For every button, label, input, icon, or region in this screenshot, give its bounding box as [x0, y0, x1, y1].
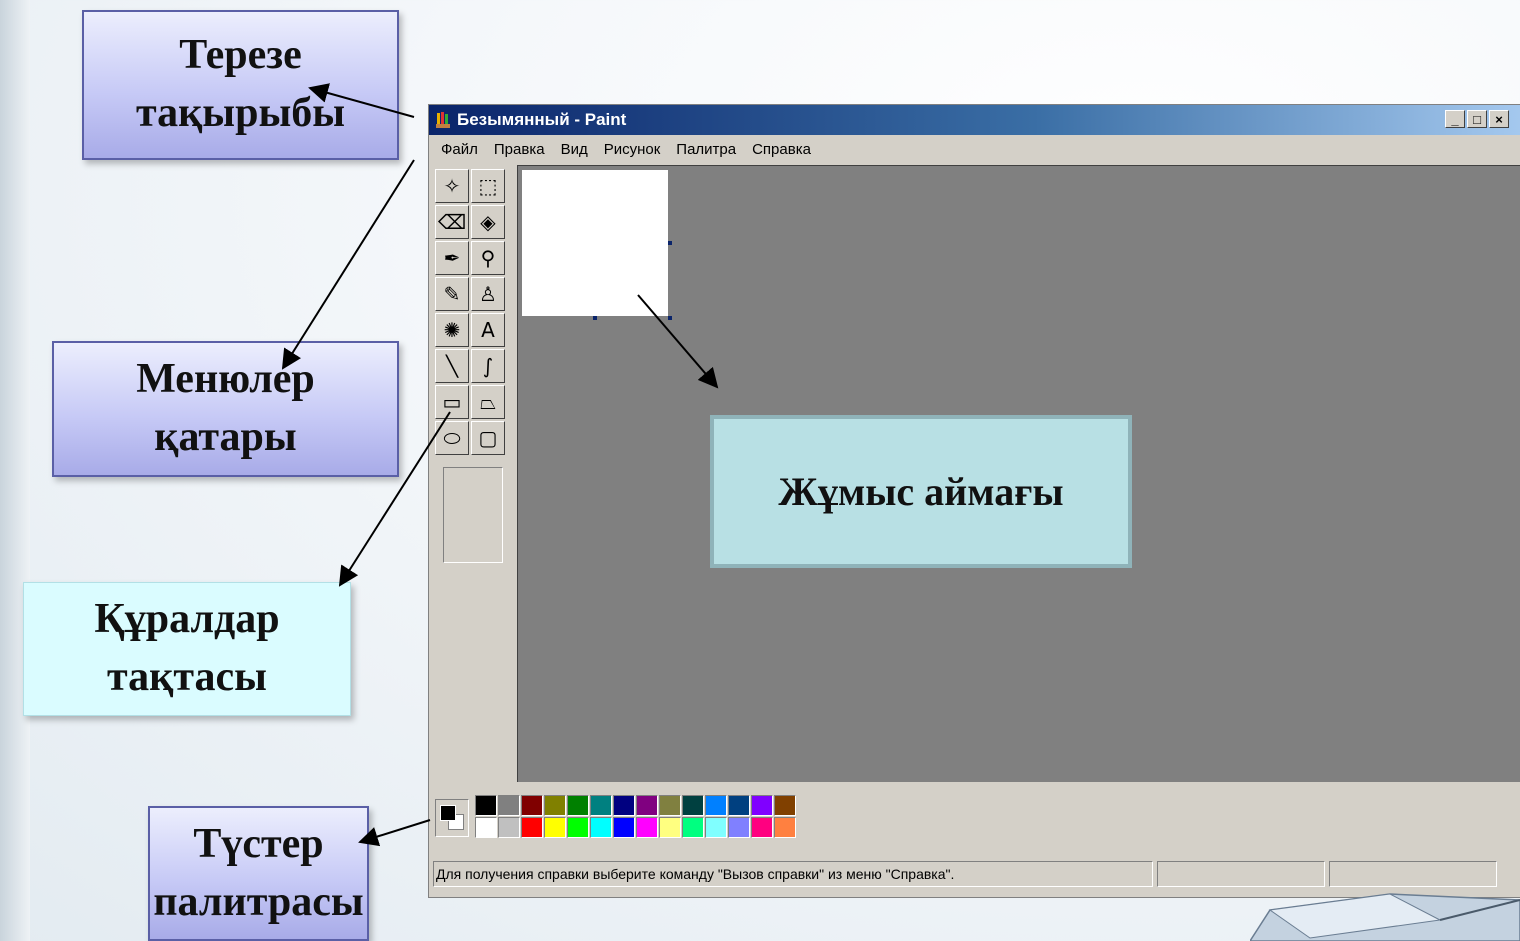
arrow-work-area	[637, 294, 719, 389]
arrow-toolbox	[338, 411, 451, 587]
decorative-books-graphic	[1250, 893, 1520, 941]
arrow-palette	[358, 819, 431, 847]
callout-arrows	[281, 83, 719, 847]
arrow-menu	[281, 159, 415, 370]
arrow-title	[308, 83, 415, 118]
